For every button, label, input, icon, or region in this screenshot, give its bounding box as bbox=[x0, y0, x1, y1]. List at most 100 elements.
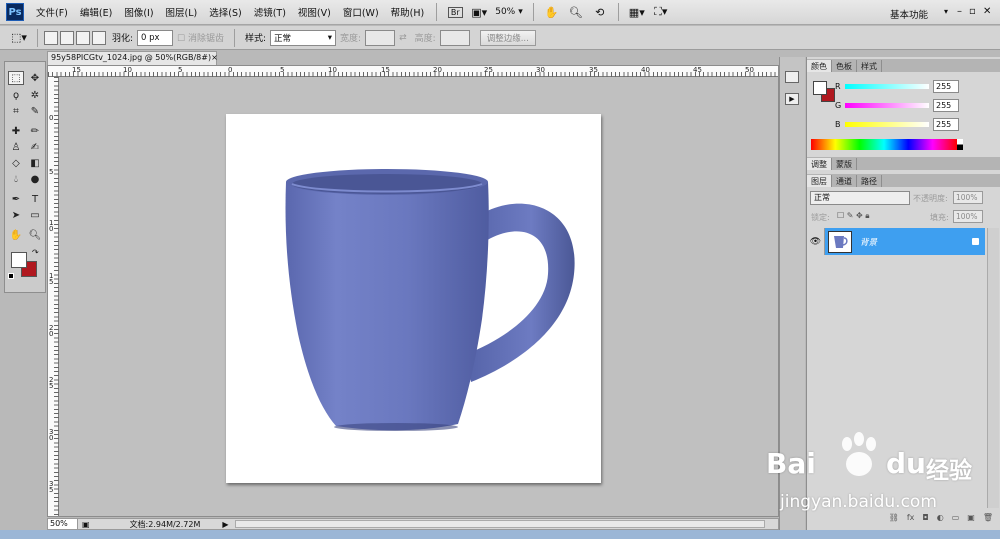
zoom-select[interactable]: 50% ▾ bbox=[495, 7, 523, 17]
foreground-color-swatch[interactable] bbox=[11, 252, 27, 268]
blue-value-input[interactable]: 255 bbox=[933, 117, 959, 131]
document-window[interactable]: 15 10 5 0 5 10 15 20 25 30 35 40 45 50 0… bbox=[47, 65, 779, 517]
history-brush-icon[interactable]: ✍ bbox=[27, 140, 43, 154]
bridge-button[interactable]: Br bbox=[446, 3, 464, 21]
zoom-tool-button[interactable]: 🔍︎ bbox=[567, 3, 585, 21]
eyedropper-icon[interactable]: ✎ bbox=[27, 104, 43, 118]
layer-style-icon[interactable]: fx bbox=[907, 513, 915, 525]
brush-tool-icon[interactable]: ✏ bbox=[27, 124, 43, 138]
menu-layer[interactable]: 图层(L) bbox=[160, 5, 204, 19]
color-spectrum[interactable] bbox=[811, 139, 957, 150]
green-value-input[interactable]: 255 bbox=[933, 98, 959, 112]
marquee-preset-button[interactable]: ⬚▾ bbox=[10, 29, 28, 47]
tab-color[interactable]: 颜色 bbox=[807, 60, 832, 72]
tab-swatches[interactable]: 色板 bbox=[832, 60, 857, 72]
vertical-ruler[interactable]: 0 5 1 0 1 5 2 0 2 5 3 0 3 5 bbox=[48, 77, 59, 516]
add-mask-icon[interactable]: ◘ bbox=[922, 513, 928, 525]
style-select[interactable]: 正常 ▾ bbox=[270, 29, 337, 46]
zoom-tool-icon[interactable]: 🔍︎ bbox=[27, 228, 43, 242]
tab-adjustments[interactable]: 调整 bbox=[807, 158, 832, 170]
path-select-icon[interactable]: ➤ bbox=[8, 208, 24, 222]
layers-scrollbar[interactable] bbox=[987, 228, 999, 508]
swap-icon[interactable]: ⇄ bbox=[399, 33, 407, 43]
menu-filter[interactable]: 滤镜(T) bbox=[248, 5, 292, 19]
red-value-input[interactable]: 255 bbox=[933, 79, 959, 93]
tab-styles[interactable]: 样式 bbox=[857, 60, 882, 72]
height-input[interactable] bbox=[439, 29, 470, 46]
green-slider[interactable] bbox=[845, 102, 929, 108]
width-input[interactable] bbox=[365, 29, 396, 46]
dodge-tool-icon[interactable]: ● bbox=[27, 172, 43, 186]
tab-channels[interactable]: 通道 bbox=[832, 175, 857, 187]
pen-tool-icon[interactable]: ✒ bbox=[8, 192, 24, 206]
rotate-view-button[interactable]: ⟲ bbox=[591, 3, 609, 21]
shape-tool-icon[interactable]: ▭ bbox=[27, 208, 43, 222]
workspace-label[interactable]: 基本功能 bbox=[890, 7, 928, 21]
subtract-selection-button[interactable] bbox=[76, 30, 90, 45]
screen-mode-button[interactable]: ▣▾ bbox=[470, 3, 488, 21]
red-slider[interactable] bbox=[845, 83, 929, 89]
horizontal-scrollbar[interactable] bbox=[234, 520, 765, 528]
layer-row-background[interactable]: 👁︎ 背景 bbox=[807, 228, 985, 255]
menu-window[interactable]: 窗口(W) bbox=[337, 5, 385, 19]
hand-tool-icon[interactable]: ✋ bbox=[8, 228, 24, 242]
document-tab[interactable]: 95y58PICGtv_1024.jpg @ 50%(RGB/8#) × bbox=[47, 51, 218, 65]
new-layer-icon[interactable]: ▣ bbox=[967, 513, 975, 525]
arrange-docs-button[interactable]: ▦▾ bbox=[628, 3, 646, 21]
menu-file[interactable]: 文件(F) bbox=[30, 5, 74, 19]
minimize-icon[interactable]: – bbox=[957, 6, 962, 17]
antialias-checkbox[interactable]: ☐ 消除锯齿 bbox=[177, 31, 224, 44]
magic-wand-icon[interactable]: ✲ bbox=[27, 88, 43, 102]
close-tab-icon[interactable]: × bbox=[211, 53, 218, 64]
type-tool-icon[interactable]: T bbox=[27, 192, 43, 206]
menu-image[interactable]: 图像(I) bbox=[118, 5, 159, 19]
move-tool-icon[interactable]: ✥ bbox=[27, 71, 43, 85]
default-colors-icon[interactable] bbox=[8, 273, 14, 279]
menu-view[interactable]: 视图(V) bbox=[292, 5, 337, 19]
horizontal-ruler[interactable]: 15 10 5 0 5 10 15 20 25 30 35 40 45 50 bbox=[48, 66, 778, 77]
clone-stamp-icon[interactable]: ♙ bbox=[8, 140, 24, 154]
marquee-tool-icon[interactable]: ⬚ bbox=[8, 71, 24, 85]
fill-input[interactable]: 100% bbox=[953, 210, 983, 223]
tab-paths[interactable]: 路径 bbox=[857, 175, 882, 187]
image-canvas[interactable] bbox=[226, 114, 601, 483]
feather-input[interactable]: 0 px bbox=[137, 29, 174, 46]
menu-select[interactable]: 选择(S) bbox=[203, 5, 247, 19]
actions-icon[interactable]: ▶ bbox=[785, 93, 799, 105]
swap-colors-icon[interactable]: ↷ bbox=[32, 248, 39, 257]
restore-icon[interactable]: ▫ bbox=[969, 6, 976, 17]
intersect-selection-button[interactable] bbox=[92, 30, 106, 45]
refine-edge-button[interactable]: 调整边缘... bbox=[479, 29, 536, 46]
close-icon[interactable]: ✕ bbox=[983, 6, 991, 17]
green-label: G bbox=[835, 100, 842, 110]
eraser-tool-icon[interactable]: ◇ bbox=[8, 156, 24, 170]
panel-fg-swatch[interactable] bbox=[813, 81, 827, 95]
status-zoom-input[interactable]: 50% bbox=[48, 519, 78, 529]
gradient-tool-icon[interactable]: ◧ bbox=[27, 156, 43, 170]
tab-masks[interactable]: 蒙版 bbox=[832, 158, 857, 170]
screen-fit-button[interactable]: ⛶▾ bbox=[652, 3, 670, 21]
adjustment-layer-icon[interactable]: ◐ bbox=[937, 513, 944, 525]
blend-mode-select[interactable]: 正常 bbox=[810, 191, 910, 205]
eye-icon[interactable]: 👁︎ bbox=[807, 228, 825, 255]
lasso-tool-icon[interactable]: ϙ bbox=[8, 88, 24, 102]
healing-brush-icon[interactable]: ✚ bbox=[8, 124, 24, 138]
history-icon[interactable] bbox=[785, 71, 799, 83]
add-selection-button[interactable] bbox=[60, 30, 74, 45]
black-white-swatch[interactable] bbox=[957, 139, 963, 150]
lock-icons[interactable]: ☐ ✎ ✥ 🔒︎ bbox=[837, 211, 869, 221]
new-selection-button[interactable] bbox=[44, 30, 58, 45]
status-menu-arrow-icon[interactable]: ▶ bbox=[222, 520, 228, 529]
chevron-down-icon[interactable]: ▾ bbox=[944, 7, 948, 16]
delete-layer-icon[interactable]: 🗑︎ bbox=[983, 513, 993, 525]
blur-tool-icon[interactable]: 💧︎ bbox=[8, 172, 24, 186]
opacity-input[interactable]: 100% bbox=[953, 191, 983, 204]
crop-tool-icon[interactable]: ⌗ bbox=[8, 104, 24, 118]
blue-slider[interactable] bbox=[845, 121, 929, 127]
menu-edit[interactable]: 编辑(E) bbox=[74, 5, 118, 19]
menu-help[interactable]: 帮助(H) bbox=[385, 5, 431, 19]
link-layers-icon[interactable]: ⛓ bbox=[889, 513, 899, 525]
group-icon[interactable]: ▭ bbox=[952, 513, 960, 525]
hand-tool-button[interactable]: ✋ bbox=[543, 3, 561, 21]
tab-layers[interactable]: 图层 bbox=[807, 175, 832, 187]
